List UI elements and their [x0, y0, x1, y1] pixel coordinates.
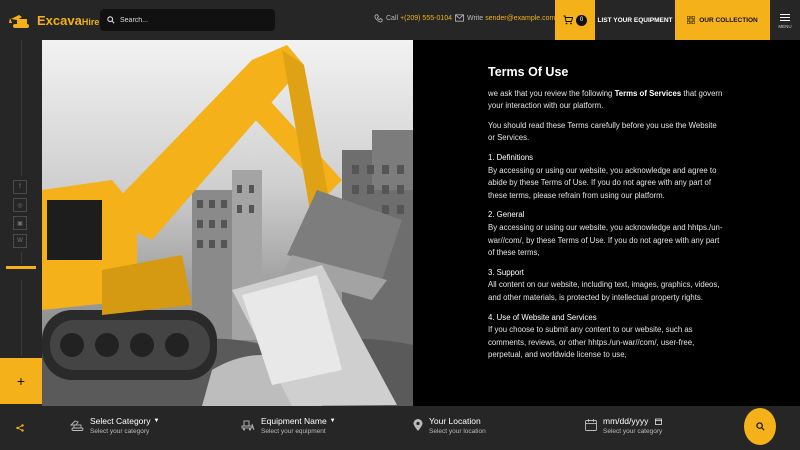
call-label: Call [386, 15, 399, 22]
rail-divider-top [21, 40, 22, 176]
category-select[interactable]: Select Category ▼ Select your category [70, 416, 159, 435]
bulldozer-icon [241, 420, 255, 431]
chevron-down-icon: ▼ [153, 418, 160, 424]
discord-icon[interactable]: ▣ [13, 216, 27, 230]
category-title: Select Category [90, 416, 151, 426]
section-body: All content on our website, including te… [488, 280, 720, 302]
equipment-select[interactable]: Equipment Name ▼ Select your equipment [241, 416, 336, 435]
terms-section: 1. Definitions By accessing or using our … [488, 152, 723, 202]
cart-icon [563, 15, 573, 25]
rail-divider-bottom [21, 280, 22, 356]
calendar-icon [585, 419, 597, 431]
our-collection-button[interactable]: OUR COLLECTION [675, 0, 770, 40]
excavator-logo-icon [9, 15, 29, 28]
terms-of-services-link: Terms of Services [614, 88, 682, 98]
email-address[interactable]: sender@example.com [485, 15, 555, 22]
excavator-icon [70, 420, 84, 431]
date-subtitle: Select your category [603, 428, 663, 435]
date-calendar-icon[interactable] [655, 418, 663, 425]
search-bar[interactable] [100, 9, 275, 31]
search-icon [755, 422, 765, 431]
menu-label: MENU [778, 23, 792, 29]
date-picker[interactable]: mm/dd/yyyy Select your category [585, 416, 662, 435]
terms-section: 2. General By accessing or using our webs… [488, 209, 723, 259]
date-input-value[interactable]: mm/dd/yyyy [603, 416, 648, 426]
mail-icon [455, 14, 464, 22]
equipment-title: Equipment Name [261, 416, 327, 426]
location-select[interactable]: Your Location Select your location [413, 416, 486, 435]
email-label: Write [467, 14, 484, 22]
category-subtitle: Select your category [90, 428, 150, 435]
share-icon[interactable] [16, 424, 24, 432]
call-contact[interactable]: Call +(209) 555-0104 [374, 14, 452, 23]
left-rail: f ◎ ▣ W + [0, 40, 42, 406]
equipment-subtitle: Select your equipment [261, 428, 326, 435]
our-collection-label: OUR COLLECTION [699, 16, 758, 24]
location-subtitle: Select your location [429, 428, 486, 435]
email-contact[interactable]: Write sender@example.com [455, 14, 555, 22]
list-equipment-button[interactable]: LIST YOUR EQUIPMENT [595, 0, 675, 40]
section-title: 1. Definitions [488, 152, 534, 162]
facebook-icon[interactable]: f [13, 180, 27, 194]
booking-search-bar: Select Category ▼ Select your category Eq… [0, 406, 800, 450]
chevron-down-icon: ▼ [329, 418, 336, 424]
logo[interactable]: ExcavaHire [0, 11, 100, 29]
menu-button[interactable]: MENU [770, 0, 800, 40]
call-number[interactable]: +(209) 555-0104 [400, 15, 452, 22]
location-pin-icon [413, 419, 423, 431]
brand-suffix: Hire [81, 16, 100, 27]
location-title: Your Location [429, 416, 481, 426]
page-title: Terms Of Use [488, 65, 569, 79]
rail-divider-mid [21, 252, 22, 264]
terms-intro: we ask that you review the following Ter… [488, 88, 723, 111]
excavator-hero-image [42, 40, 413, 406]
terms-section: 3. Support All content on our website, in… [488, 267, 723, 305]
hamburger-icon [780, 12, 790, 23]
cart-count-badge: 0 [576, 14, 587, 26]
brand-name: Excava [37, 12, 82, 28]
cart-button[interactable]: 0 [555, 0, 595, 40]
section-body: If you choose to submit any content to o… [488, 325, 695, 360]
section-title: 4. Use of Website and Services [488, 312, 597, 322]
section-title: 2. General [488, 210, 525, 220]
search-input[interactable] [120, 16, 270, 24]
section-title: 3. Support [488, 267, 524, 277]
grid-icon [687, 16, 696, 24]
add-button[interactable]: + [0, 358, 42, 404]
section-body: By accessing or using our website, you a… [488, 222, 723, 258]
phone-icon [374, 14, 383, 23]
excavator-illustration [42, 45, 413, 406]
terms-panel: Terms Of Use we ask that you review the … [413, 40, 800, 406]
terms-content: Terms Of Use we ask that you review the … [488, 66, 723, 369]
top-header: ExcavaHire Call +(209) 555-0104 Write se… [0, 0, 800, 40]
terms-read-note: You should read these Terms carefully be… [488, 120, 717, 143]
terms-section: 4. Use of Website and Services If you cho… [488, 312, 723, 362]
webflow-icon[interactable]: W [13, 234, 27, 248]
section-body: By accessing or using our website, you a… [488, 165, 717, 200]
search-icon [107, 16, 115, 24]
instagram-icon[interactable]: ◎ [13, 198, 27, 212]
rail-accent-bar [6, 266, 36, 269]
search-submit-button[interactable] [744, 408, 776, 445]
